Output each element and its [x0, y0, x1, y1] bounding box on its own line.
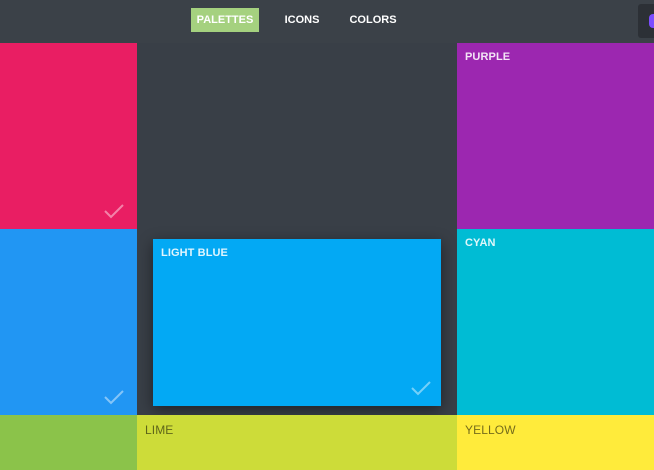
selected-check-icon — [103, 389, 125, 405]
palette-tile-yellow[interactable]: YELLOW — [457, 415, 654, 470]
palette-tile-purple[interactable]: PURPLE — [457, 43, 654, 229]
nav-tab-palettes[interactable]: PALETTES — [191, 8, 259, 32]
palette-tile-blue[interactable] — [0, 229, 137, 415]
nav-tab-icons[interactable]: ICONS — [276, 8, 328, 32]
selected-check-icon — [410, 380, 432, 396]
tile-label-purple: PURPLE — [465, 51, 511, 63]
nav-tab-colors[interactable]: COLORS — [342, 8, 404, 32]
tile-label-cyan: CYAN — [465, 237, 496, 249]
palette-tile-lime[interactable]: LIME — [137, 415, 457, 470]
tile-label-yellow: YELLOW — [465, 423, 516, 437]
tile-label-lime: LIME — [145, 423, 174, 437]
palette-tile-light-green[interactable] — [0, 415, 137, 470]
top-navigation-bar: PALETTES ICONS COLORS — [0, 0, 654, 43]
corner-widget-icon — [649, 14, 654, 28]
palette-tile-cyan[interactable]: CYAN — [457, 229, 654, 415]
corner-widget-button[interactable] — [638, 4, 654, 38]
selected-check-icon — [103, 203, 125, 219]
tile-label-light-blue: LIGHT BLUE — [161, 247, 228, 259]
palette-tile-pink[interactable] — [0, 43, 137, 229]
palette-tile-light-blue[interactable]: LIGHT BLUE — [153, 239, 441, 406]
